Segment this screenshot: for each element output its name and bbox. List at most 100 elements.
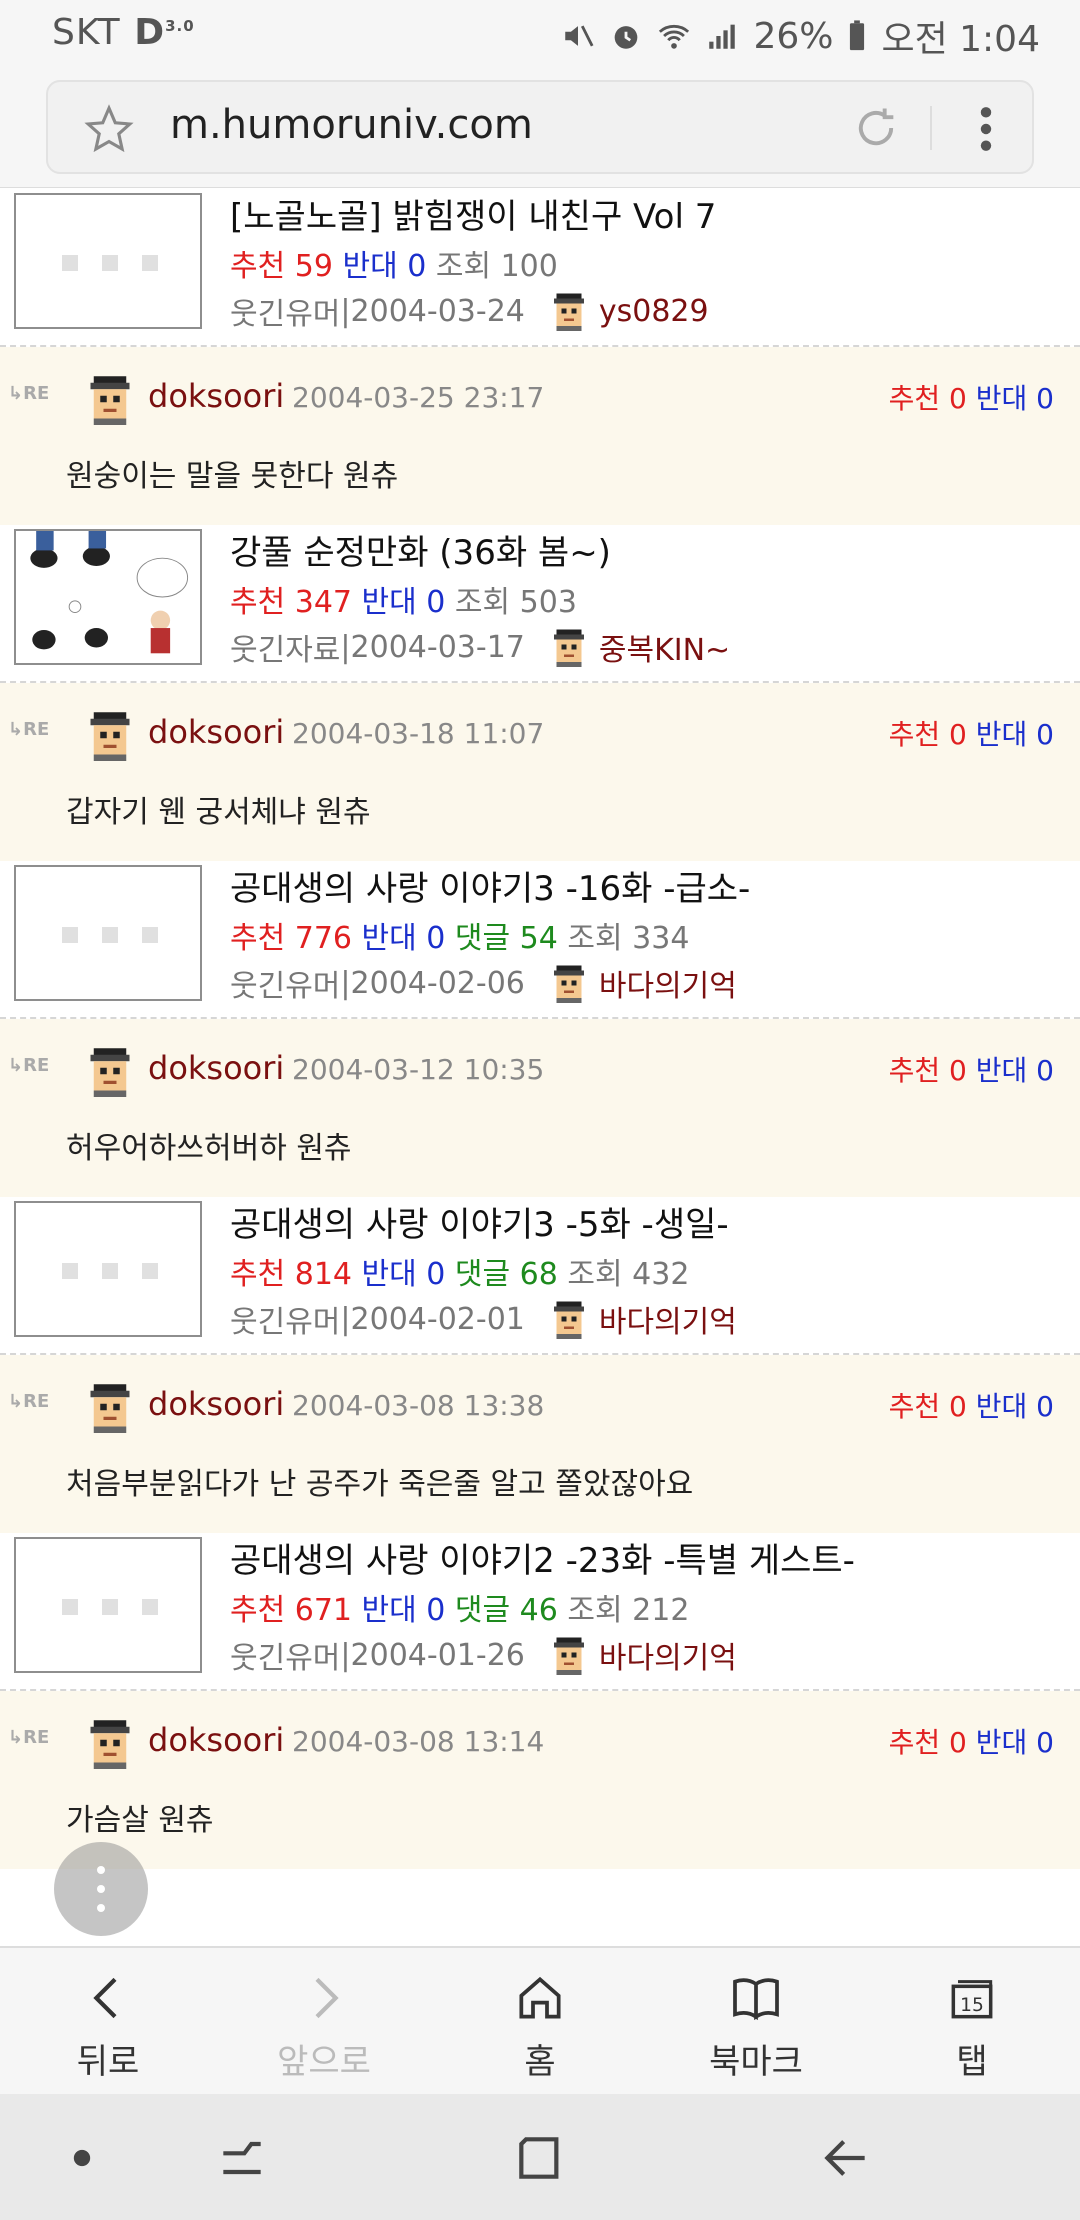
- post-title[interactable]: 공대생의 사랑 이야기3 -5화 -생일-: [230, 1197, 729, 1246]
- reply-row: ↳RE doksoori 2004-03-25 23:17 추천 0 반대 0 원숭이…: [0, 347, 1080, 525]
- post-meta: 웃긴유머 | 2004-02-06 바다의기억: [230, 961, 737, 1005]
- views-count: 334: [632, 921, 690, 956]
- back-button[interactable]: 뒤로: [0, 1948, 216, 2094]
- carrier-label: SKT D3.0: [52, 12, 195, 53]
- views-count: 503: [519, 585, 577, 620]
- oppose-label: 반대: [975, 1054, 1037, 1087]
- reload-icon[interactable]: [850, 102, 902, 154]
- chevron-right-icon: [315, 1977, 339, 2019]
- reply-avatar: [90, 1384, 130, 1433]
- post-title[interactable]: 공대생의 사랑 이야기3 -16화 -급소-: [230, 861, 750, 910]
- status-bar: SKT D3.0 26% 오전 1:04: [0, 0, 1080, 62]
- back-label: 뒤로: [76, 2042, 140, 2082]
- reply-votes: 추천 0 반대 0: [889, 713, 1054, 753]
- reply-votes: 추천 0 반대 0: [889, 1721, 1054, 1761]
- recommend-label: 추천: [230, 921, 295, 956]
- post-stats: 추천 776 반대 0 댓글 54 조회 334: [230, 913, 689, 957]
- recommend-label: 추천: [230, 585, 295, 620]
- reply-user[interactable]: doksoori: [148, 713, 284, 751]
- author-name[interactable]: 중복KIN~: [599, 625, 730, 669]
- reply-text: 허우어하쓰허버하 원츄: [66, 1131, 352, 1166]
- recents-icon[interactable]: [214, 2130, 270, 2186]
- board-name[interactable]: 웃긴유머: [230, 1297, 340, 1341]
- oppose-count: 0: [1036, 1054, 1054, 1087]
- views-label: 조회: [567, 921, 633, 956]
- reply-user[interactable]: doksoori: [148, 1721, 284, 1759]
- battery-percent: 26%: [753, 15, 834, 57]
- post-stats: 추천 671 반대 0 댓글 46 조회 212: [230, 1585, 689, 1629]
- comment-feed: [노골노골] 밝힘쟁이 내친구 Vol 7 추천 59 반대 0 조회 100 웃긴…: [0, 189, 1080, 1946]
- author-name[interactable]: 바다의기억: [599, 1297, 737, 1341]
- post-stats: 추천 814 반대 0 댓글 68 조회 432: [230, 1249, 689, 1293]
- author-name[interactable]: 바다의기억: [599, 1633, 737, 1677]
- recommend-count: 0: [949, 382, 976, 415]
- author-avatar: [553, 1637, 584, 1675]
- forward-label: 앞으로: [277, 2042, 371, 2082]
- comments-count: 68: [519, 1257, 568, 1292]
- bookmark-star-icon[interactable]: [84, 104, 134, 154]
- reply-datetime: 2004-03-18 11:07: [292, 717, 545, 750]
- author-name[interactable]: 바다의기억: [599, 961, 737, 1005]
- reply-user[interactable]: doksoori: [148, 1385, 284, 1423]
- oppose-label: 반대: [361, 1593, 427, 1628]
- comments-label: 댓글: [454, 1593, 520, 1628]
- reply-user[interactable]: doksoori: [148, 377, 284, 415]
- placeholder-dots: [62, 1263, 158, 1279]
- board-name[interactable]: 웃긴유머: [230, 289, 340, 333]
- meta-separator: |: [340, 293, 351, 329]
- post-meta: 웃긴유머 | 2004-03-24 ys0829: [230, 289, 709, 333]
- forward-button[interactable]: 앞으로: [216, 1948, 432, 2094]
- post-row[interactable]: [노골노골] 밝힘쟁이 내친구 Vol 7 추천 59 반대 0 조회 100 웃긴…: [0, 189, 1080, 347]
- author-avatar: [553, 293, 584, 331]
- author-avatar: [553, 629, 584, 667]
- system-nav-bar: [0, 2094, 1080, 2220]
- post-title[interactable]: 강풀 순정만화 (36화 봄~): [230, 525, 611, 574]
- book-icon: [733, 1978, 779, 2021]
- recommend-count: 814: [294, 1257, 362, 1292]
- reply-user[interactable]: doksoori: [148, 1049, 284, 1087]
- dot-icon[interactable]: [54, 2130, 110, 2186]
- meta-separator: |: [340, 965, 351, 1001]
- post-date: 2004-03-24: [350, 293, 525, 329]
- board-name[interactable]: 웃긴유머: [230, 1633, 340, 1677]
- oppose-label: 반대: [975, 718, 1037, 751]
- board-name[interactable]: 웃긴자료: [230, 625, 340, 669]
- bookmark-button[interactable]: 북마크: [648, 1948, 864, 2094]
- placeholder-dots: [62, 927, 158, 943]
- back-arrow-icon[interactable]: [818, 2130, 874, 2186]
- post-thumbnail[interactable]: [14, 865, 202, 1001]
- home-icon: [519, 1976, 561, 2019]
- post-row[interactable]: 공대생의 사랑 이야기3 -16화 -급소- 추천 776 반대 0 댓글 54 …: [0, 861, 1080, 1019]
- reply-arrow-icon: ↳RE: [8, 719, 50, 740]
- post-row[interactable]: 강풀 순정만화 (36화 봄~) 추천 347 반대 0 조회 503 웃긴자료 |…: [0, 525, 1080, 683]
- bookmark-label: 북마크: [709, 2042, 803, 2082]
- post-title[interactable]: 공대생의 사랑 이야기2 -23화 -특별 게스트-: [230, 1533, 855, 1582]
- author-name[interactable]: ys0829: [599, 294, 709, 329]
- post-thumbnail[interactable]: [14, 529, 202, 665]
- oppose-label: 반대: [361, 1257, 427, 1292]
- reply-avatar: [90, 1048, 130, 1097]
- more-menu-icon[interactable]: [976, 104, 996, 154]
- home-square-icon[interactable]: [512, 2130, 568, 2186]
- tabs-button[interactable]: 15 탭: [864, 1948, 1080, 2094]
- post-thumbnail[interactable]: [14, 1537, 202, 1673]
- post-stats: 추천 59 반대 0 조회 100: [230, 241, 558, 285]
- post-title[interactable]: [노골노골] 밝힘쟁이 내친구 Vol 7: [230, 189, 716, 238]
- home-button[interactable]: 홈: [432, 1948, 648, 2094]
- oppose-count: 0: [1036, 718, 1054, 751]
- url-text[interactable]: m.humoruniv.com: [170, 102, 533, 148]
- views-count: 100: [500, 249, 558, 284]
- post-row[interactable]: 공대생의 사랑 이야기3 -5화 -생일- 추천 814 반대 0 댓글 68 조…: [0, 1197, 1080, 1355]
- board-name[interactable]: 웃긴유머: [230, 961, 340, 1005]
- recommend-label: 추천: [888, 1726, 950, 1759]
- floating-menu-button[interactable]: [54, 1842, 148, 1936]
- post-thumbnail[interactable]: [14, 193, 202, 329]
- post-row[interactable]: 공대생의 사랑 이야기2 -23화 -특별 게스트- 추천 671 반대 0 댓글…: [0, 1533, 1080, 1691]
- address-bar[interactable]: m.humoruniv.com: [46, 80, 1034, 174]
- post-thumbnail[interactable]: [14, 1201, 202, 1337]
- meta-separator: |: [340, 1301, 351, 1337]
- reply-arrow-icon: ↳RE: [8, 1727, 50, 1748]
- browser-address-area: m.humoruniv.com: [0, 62, 1080, 188]
- recommend-label: 추천: [230, 1257, 295, 1292]
- tab-count: 15: [960, 1995, 984, 2016]
